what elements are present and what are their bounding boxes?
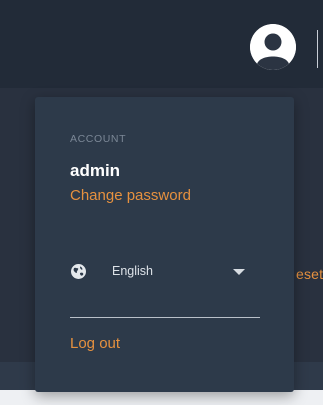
background-reset-link: eset — [296, 266, 323, 282]
globe-icon — [71, 264, 86, 279]
background-footer — [0, 390, 323, 405]
account-dropdown-menu: ACCOUNT admin Change password English Lo… — [35, 97, 294, 392]
language-select[interactable]: English — [67, 257, 263, 287]
user-avatar-button[interactable] — [250, 24, 296, 70]
language-selected-value: English — [112, 264, 153, 278]
top-bar — [0, 0, 323, 88]
app-screen: eset ACCOUNT admin Change password Engli… — [0, 0, 323, 405]
menu-divider — [70, 317, 260, 318]
account-section-label: ACCOUNT — [70, 133, 127, 145]
caret-down-icon — [233, 269, 245, 275]
change-password-link[interactable]: Change password — [70, 187, 191, 204]
logout-button[interactable]: Log out — [70, 335, 120, 352]
user-avatar-icon — [250, 24, 296, 70]
username: admin — [70, 161, 121, 180]
topbar-divider — [317, 30, 318, 68]
